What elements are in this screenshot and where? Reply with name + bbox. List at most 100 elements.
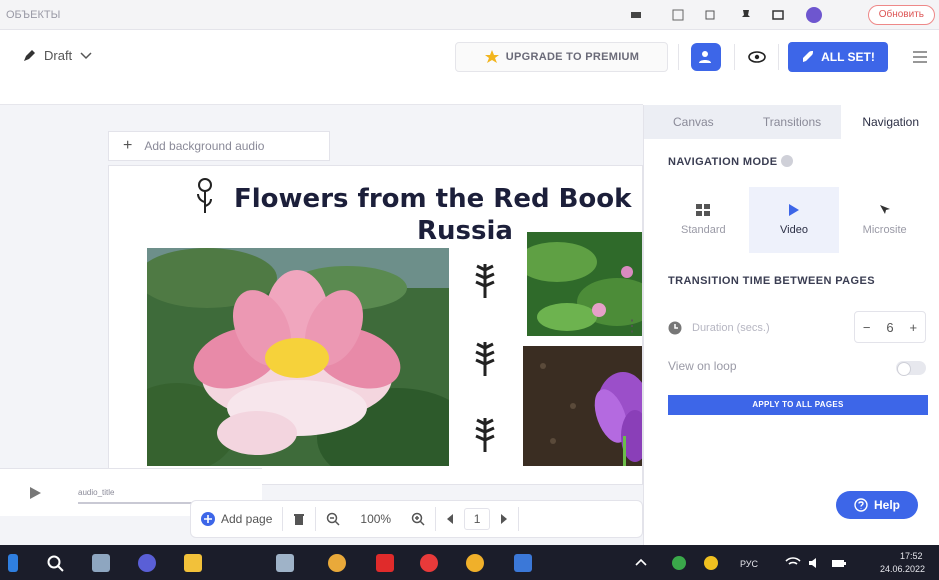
mode-microsite-label: Microsite	[862, 224, 907, 236]
language-indicator[interactable]: РУС	[740, 559, 758, 569]
teams-icon[interactable]	[138, 554, 156, 572]
prev-page-button[interactable]	[436, 501, 464, 537]
share-button[interactable]	[691, 43, 721, 71]
search-icon[interactable]	[46, 554, 64, 572]
delete-page-button[interactable]	[283, 501, 315, 537]
window-icon[interactable]	[772, 9, 784, 21]
add-audio-label: Add background audio	[144, 139, 265, 153]
tab-transitions[interactable]: Transitions	[743, 105, 842, 139]
hamburger-menu-icon[interactable]	[910, 47, 930, 67]
page-canvas[interactable]: Flowers from the Red Book Russia	[108, 165, 643, 485]
add-circle-icon	[201, 512, 215, 526]
audio-track-line[interactable]	[78, 502, 196, 504]
navigation-modes: Standard Video Microsite	[658, 187, 930, 253]
toolbar-separator	[518, 507, 520, 531]
zoom-level: 100%	[360, 512, 392, 526]
browser-action-pill[interactable]: Обновить	[867, 5, 935, 25]
navigation-mode-title: NAVIGATION MODE	[668, 156, 778, 168]
tab-navigation[interactable]: Navigation	[841, 105, 939, 139]
play-icon	[789, 204, 799, 216]
eye-icon	[748, 51, 766, 63]
loop-toggle[interactable]	[896, 361, 926, 376]
help-label: Help	[873, 498, 900, 512]
draft-menu[interactable]: Draft	[22, 48, 92, 63]
chevron-right-icon	[501, 514, 508, 524]
extensions-icon[interactable]	[704, 9, 716, 21]
start-icon[interactable]	[8, 554, 18, 572]
tray-app-icon[interactable]	[672, 556, 686, 570]
add-page-button[interactable]: Add page	[191, 501, 282, 537]
chevron-left-icon	[447, 514, 454, 524]
info-icon[interactable]	[781, 155, 794, 167]
pin-icon[interactable]	[740, 9, 752, 21]
lotus-photo[interactable]	[147, 248, 449, 466]
zoom-in-button[interactable]	[401, 501, 435, 537]
wifi-icon[interactable]	[784, 554, 802, 572]
zoom-in-icon	[411, 512, 425, 526]
browser-tab-text[interactable]: ОБЪЕКТЫ	[6, 9, 60, 21]
toolbar-divider	[678, 44, 679, 70]
clock-time[interactable]: 17:52	[900, 551, 923, 561]
decrement-button[interactable]: −	[863, 320, 871, 335]
leaf-icon	[475, 418, 495, 452]
upgrade-button[interactable]: UPGRADE TO PREMIUM	[455, 42, 668, 72]
duration-stepper[interactable]: − 6 +	[854, 311, 926, 343]
leaf-icon	[475, 264, 495, 298]
cast-icon[interactable]	[630, 9, 642, 21]
translate-icon[interactable]	[672, 9, 684, 21]
tray-app-icon[interactable]	[704, 556, 718, 570]
zoom-out-button[interactable]	[316, 501, 350, 537]
page-number-field[interactable]: 1	[464, 508, 491, 530]
loop-label: View on loop	[668, 359, 737, 373]
help-button[interactable]: Help	[836, 491, 918, 519]
word-icon[interactable]	[514, 554, 532, 572]
flower-icon	[197, 178, 212, 213]
task-view-icon[interactable]	[92, 554, 110, 572]
browser-strip: ОБЪЕКТЫ Обновить	[0, 0, 939, 30]
preview-button[interactable]	[746, 46, 768, 68]
page-title-line1[interactable]: Flowers from the Red Book	[234, 184, 631, 214]
chevron-up-icon[interactable]	[632, 554, 650, 572]
chrome-icon[interactable]	[466, 554, 484, 572]
battery-icon[interactable]	[830, 554, 848, 572]
clock-icon	[668, 321, 682, 335]
add-page-label: Add page	[221, 512, 273, 526]
volume-icon[interactable]	[806, 554, 824, 572]
zoom-out-icon	[327, 512, 340, 526]
page-title-line2[interactable]: Russia	[417, 216, 513, 246]
add-background-audio-button[interactable]: + Add background audio	[108, 131, 330, 161]
crocus-photo[interactable]	[523, 346, 642, 466]
clock-date[interactable]: 24.06.2022	[880, 564, 925, 574]
rocket-icon	[803, 51, 814, 62]
plus-icon: +	[123, 137, 133, 154]
duration-value[interactable]: 6	[886, 320, 893, 335]
all-set-button[interactable]: ALL SET!	[788, 42, 888, 72]
profile-avatar[interactable]	[806, 7, 822, 23]
chrome-app-icon[interactable]	[328, 554, 346, 572]
next-page-button[interactable]	[490, 501, 518, 537]
mode-standard[interactable]: Standard	[658, 187, 749, 253]
star-icon	[484, 50, 499, 63]
apply-to-all-button[interactable]: APPLY TO ALL PAGES	[668, 395, 928, 415]
mode-microsite[interactable]: Microsite	[839, 187, 930, 253]
play-icon[interactable]	[28, 486, 42, 500]
page-options-handle[interactable]: ⋮	[621, 316, 643, 340]
bottom-toolbar: Add page 100% 1	[190, 500, 643, 538]
view-on-loop-row: View on loop	[668, 359, 928, 379]
navigation-mode-heading: NAVIGATION MODE	[668, 155, 794, 168]
increment-button[interactable]: +	[909, 320, 917, 335]
tab-canvas[interactable]: Canvas	[644, 105, 743, 139]
mode-video[interactable]: Video	[748, 187, 840, 253]
youtube-icon[interactable]	[376, 554, 394, 572]
duration-row: Duration (secs.) − 6 +	[668, 311, 928, 345]
toolbar-divider	[734, 44, 735, 70]
upgrade-label: UPGRADE TO PREMIUM	[505, 51, 640, 63]
file-explorer-icon[interactable]	[184, 554, 202, 572]
duration-label: Duration (secs.)	[692, 322, 770, 334]
grid-icon	[696, 204, 711, 216]
calculator-icon[interactable]	[276, 554, 294, 572]
draft-label: Draft	[44, 48, 73, 63]
pencil-icon	[24, 49, 35, 61]
yandex-icon[interactable]	[420, 554, 438, 572]
leaf-icon	[475, 342, 495, 376]
